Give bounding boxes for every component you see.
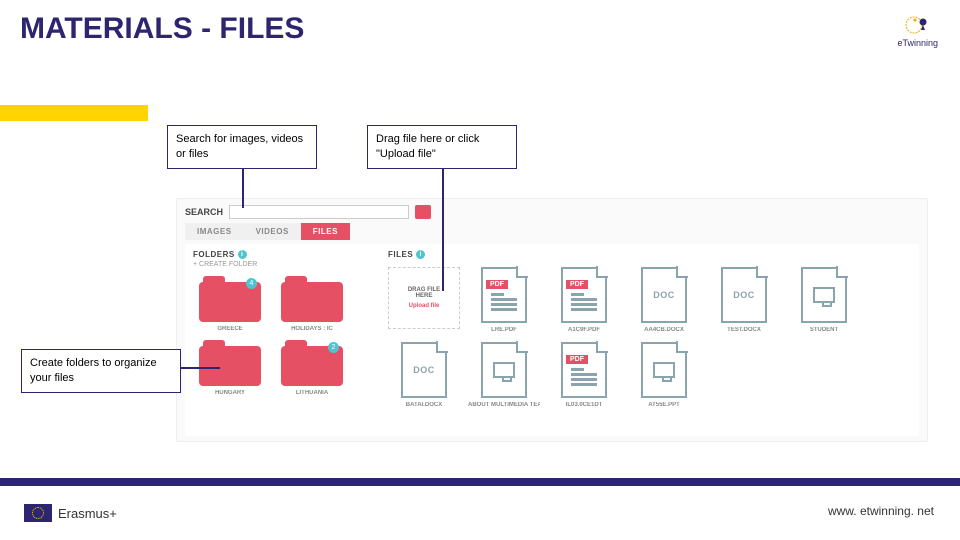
file-icon <box>641 342 687 398</box>
file-tag: PDF <box>486 280 508 289</box>
folder-item[interactable]: 2 LITHUANIA <box>275 340 349 396</box>
panel-content: FOLDERS i + CREATE FOLDER 4 GREECE HOLIDAY… <box>185 244 919 436</box>
file-icon <box>481 342 527 398</box>
file-icon <box>801 267 847 323</box>
info-icon[interactable]: i <box>416 250 425 259</box>
file-icon: PDF <box>561 267 607 323</box>
file-label: BATAI.DOCX <box>388 402 460 409</box>
footer-url: www. etwinning. net <box>828 504 934 518</box>
file-label: AT55E.PPT <box>628 402 700 409</box>
file-item[interactable]: DOC TEST.DOCX <box>708 267 780 334</box>
file-icon: DOC <box>401 342 447 398</box>
search-row: Search <box>177 199 927 223</box>
file-item[interactable]: PDF IL03.0CE1DT <box>548 342 620 409</box>
folder-item[interactable]: 4 GREECE <box>193 276 267 332</box>
folder-icon: 2 <box>281 340 343 386</box>
etwinning-logo: eTwinning <box>897 14 938 48</box>
materials-panel: Search IMAGES VIDEOS FILES FOLDERS i + C… <box>176 198 928 442</box>
tab-bar: IMAGES VIDEOS FILES <box>177 223 927 240</box>
search-label: Search <box>185 207 223 217</box>
file-tag: PDF <box>566 355 588 364</box>
file-label: LRE.PDF <box>468 327 540 334</box>
dropzone[interactable]: DRAG FILEHEREUpload file <box>388 267 460 329</box>
callout-folders: Create folders to organize your files <box>21 349 181 393</box>
file-item[interactable]: DOC BATAI.DOCX <box>388 342 460 409</box>
tab-images[interactable]: IMAGES <box>185 223 244 240</box>
info-icon[interactable]: i <box>238 250 247 259</box>
callout-search: Search for images, videos or files <box>167 125 317 169</box>
folder-label: GREECE <box>193 326 267 332</box>
file-icon: PDF <box>481 267 527 323</box>
leader-line-folders <box>180 367 220 369</box>
erasmus-text: Erasmus+ <box>58 506 117 521</box>
file-item[interactable]: PDF LRE.PDF <box>468 267 540 334</box>
folder-item[interactable]: HOLIDAYS : IC <box>275 276 349 332</box>
files-grid: DRAG FILEHEREUpload file PDF LRE.PDF PDF A1C… <box>388 267 911 409</box>
tab-videos[interactable]: VIDEOS <box>244 223 301 240</box>
file-label: ABOUT MULTIMEDIA TEAM.PPTX <box>468 402 540 409</box>
folder-label: HOLIDAYS : IC <box>275 326 349 332</box>
files-column: FILES i DRAG FILEHEREUpload file PDF LRE.P… <box>388 250 911 430</box>
folders-heading: FOLDERS i <box>193 250 388 259</box>
files-heading-text: FILES <box>388 250 413 259</box>
search-button[interactable] <box>415 205 431 219</box>
file-label: A1C9F.PDF <box>548 327 620 334</box>
file-tag: PDF <box>566 280 588 289</box>
file-icon: DOC <box>641 267 687 323</box>
folders-heading-text: FOLDERS <box>193 250 235 259</box>
tab-files[interactable]: FILES <box>301 223 350 240</box>
folders-column: FOLDERS i + CREATE FOLDER 4 GREECE HOLIDAY… <box>193 250 388 430</box>
folders-grid: 4 GREECE HOLIDAYS : IC HUNGARY 2 LITHUANIA <box>193 276 388 396</box>
footer-left: Erasmus+ <box>24 504 117 522</box>
file-item[interactable]: STUDENT <box>788 267 860 334</box>
file-item[interactable]: PDF A1C9F.PDF <box>548 267 620 334</box>
page-title: MATERIALS - FILES <box>0 0 960 46</box>
file-icon: DOC <box>721 267 767 323</box>
callout-drag: Drag file here or click "Upload file" <box>367 125 517 169</box>
file-item[interactable]: ABOUT MULTIMEDIA TEAM.PPTX <box>468 342 540 409</box>
leader-line-search <box>242 163 244 208</box>
files-heading: FILES i <box>388 250 911 259</box>
logo-text: eTwinning <box>897 38 938 48</box>
leader-line-drag <box>442 163 444 291</box>
folder-label: LITHUANIA <box>275 390 349 396</box>
upload-file-link[interactable]: Upload file <box>409 303 440 309</box>
eu-flag-icon <box>24 504 52 522</box>
file-item[interactable]: AT55E.PPT <box>628 342 700 409</box>
folder-badge: 2 <box>328 342 339 353</box>
folder-label: HUNGARY <box>193 390 267 396</box>
file-label: TEST.DOCX <box>708 327 780 334</box>
file-label: STUDENT <box>788 327 860 334</box>
file-item[interactable]: DOC AA4CB.DOCX <box>628 267 700 334</box>
folder-badge: 4 <box>246 278 257 289</box>
file-label: IL03.0CE1DT <box>548 402 620 409</box>
folder-icon: 4 <box>199 276 261 322</box>
search-input[interactable] <box>229 205 409 219</box>
footer-divider <box>0 478 960 486</box>
folder-icon <box>281 276 343 322</box>
folder-icon <box>199 340 261 386</box>
file-label: AA4CB.DOCX <box>628 327 700 334</box>
create-folder-link[interactable]: + CREATE FOLDER <box>193 261 388 268</box>
file-icon: PDF <box>561 342 607 398</box>
accent-bar <box>0 105 148 121</box>
